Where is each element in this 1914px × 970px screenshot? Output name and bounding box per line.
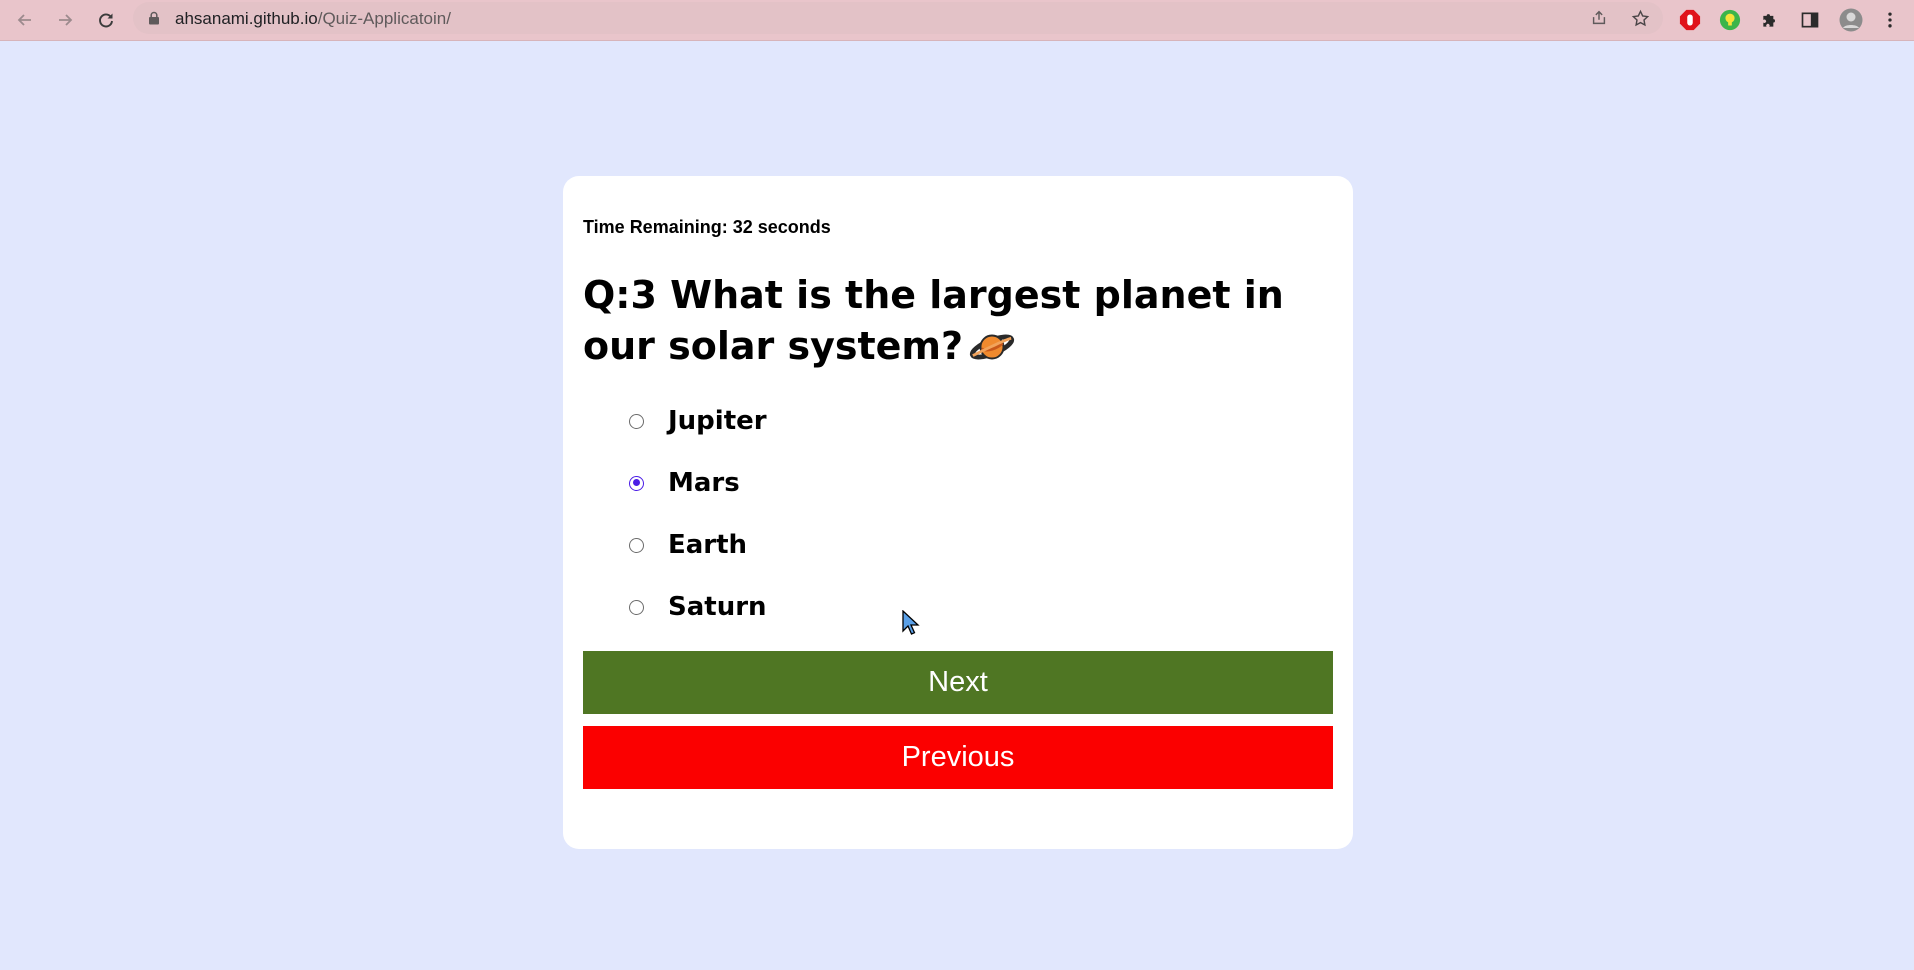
url-path: /Quiz-Applicatoin/ xyxy=(317,9,451,28)
radio-mars[interactable] xyxy=(629,475,644,491)
mouse-cursor-icon xyxy=(902,610,920,635)
extensions-button[interactable] xyxy=(1756,6,1784,34)
adblock-extension[interactable] xyxy=(1676,6,1704,34)
arrow-right-icon xyxy=(59,14,73,26)
previous-button[interactable]: Previous xyxy=(583,726,1333,789)
quiz-card: Time Remaining: 32 seconds Q:3 What is t… xyxy=(563,176,1353,849)
browser-toolbar: ahsanami.github.io/Quiz-Applicatoin/ xyxy=(0,0,1914,41)
url-text: ahsanami.github.io/Quiz-Applicatoin/ xyxy=(175,9,451,29)
browser-menu-button[interactable] xyxy=(1876,6,1904,34)
back-button[interactable] xyxy=(9,4,41,36)
option-earth[interactable]: Earth xyxy=(629,527,747,563)
lightbulb-icon xyxy=(1719,9,1741,31)
profile-avatar[interactable] xyxy=(1837,6,1865,34)
stop-hand-icon xyxy=(1679,9,1701,31)
question-heading: Q:3 What is the largest planet in our so… xyxy=(583,270,1343,378)
option-label: Earth xyxy=(668,530,748,560)
star-icon xyxy=(1631,9,1649,26)
bookmark-button[interactable] xyxy=(1629,7,1651,29)
share-icon xyxy=(1592,10,1606,25)
address-bar[interactable]: ahsanami.github.io/Quiz-Applicatoin/ xyxy=(133,2,1663,34)
lock-icon xyxy=(149,11,159,25)
side-panel-button[interactable] xyxy=(1796,6,1824,34)
option-saturn[interactable]: Saturn xyxy=(629,589,767,625)
side-panel-icon xyxy=(1801,12,1819,28)
url-host: ahsanami.github.io xyxy=(175,9,318,28)
radio-jupiter[interactable] xyxy=(629,413,644,429)
option-mars[interactable]: Mars xyxy=(629,465,740,501)
option-jupiter[interactable]: Jupiter xyxy=(629,403,767,439)
forward-button[interactable] xyxy=(49,4,81,36)
reload-button[interactable] xyxy=(90,4,122,36)
arrow-left-icon xyxy=(17,14,31,26)
timer-text: Time Remaining: 32 seconds xyxy=(583,217,831,237)
next-button[interactable]: Next xyxy=(583,651,1333,714)
option-label: Jupiter xyxy=(668,406,767,436)
option-label: Mars xyxy=(668,468,740,498)
share-button[interactable] xyxy=(1588,7,1610,29)
lightbulb-extension[interactable] xyxy=(1716,6,1744,34)
ringed-planet-icon xyxy=(969,327,1015,378)
radio-earth[interactable] xyxy=(629,537,644,553)
reload-icon xyxy=(99,13,113,28)
avatar-icon xyxy=(1839,8,1863,32)
puzzle-icon xyxy=(1763,14,1775,27)
radio-saturn[interactable] xyxy=(629,599,644,615)
kebab-menu-icon xyxy=(1888,12,1892,28)
option-label: Saturn xyxy=(668,592,767,622)
question-text: Q:3 What is the largest planet in our so… xyxy=(583,273,1284,368)
